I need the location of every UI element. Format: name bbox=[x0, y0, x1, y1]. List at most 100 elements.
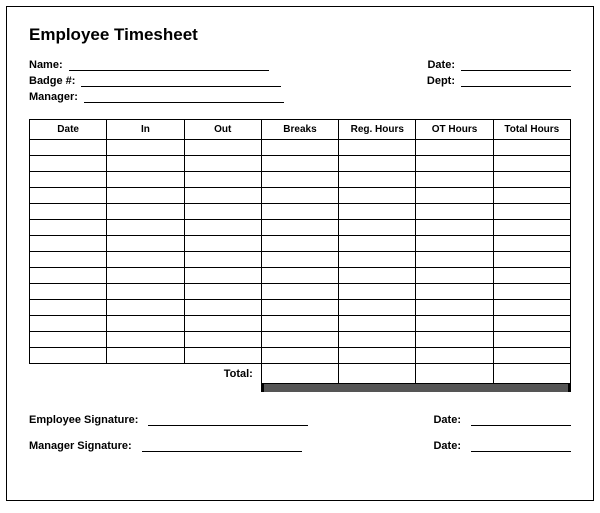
employee-sig-date-field[interactable] bbox=[471, 414, 571, 426]
cell[interactable] bbox=[30, 188, 107, 204]
cell[interactable] bbox=[30, 140, 107, 156]
cell[interactable] bbox=[416, 348, 493, 364]
cell[interactable] bbox=[107, 140, 184, 156]
cell[interactable] bbox=[339, 220, 416, 236]
cell[interactable] bbox=[30, 220, 107, 236]
total-hours-cell[interactable] bbox=[493, 364, 570, 384]
cell[interactable] bbox=[339, 204, 416, 220]
cell[interactable] bbox=[184, 348, 261, 364]
cell[interactable] bbox=[107, 156, 184, 172]
cell[interactable] bbox=[261, 284, 338, 300]
cell[interactable] bbox=[30, 284, 107, 300]
cell[interactable] bbox=[339, 140, 416, 156]
cell[interactable] bbox=[30, 156, 107, 172]
employee-signature-field[interactable] bbox=[148, 414, 308, 426]
cell[interactable] bbox=[339, 300, 416, 316]
cell[interactable] bbox=[30, 252, 107, 268]
cell[interactable] bbox=[416, 332, 493, 348]
cell[interactable] bbox=[107, 220, 184, 236]
cell[interactable] bbox=[493, 300, 570, 316]
cell[interactable] bbox=[493, 204, 570, 220]
cell[interactable] bbox=[261, 172, 338, 188]
cell[interactable] bbox=[107, 236, 184, 252]
cell[interactable] bbox=[107, 268, 184, 284]
cell[interactable] bbox=[184, 220, 261, 236]
cell[interactable] bbox=[416, 204, 493, 220]
cell[interactable] bbox=[339, 188, 416, 204]
cell[interactable] bbox=[339, 332, 416, 348]
cell[interactable] bbox=[107, 204, 184, 220]
cell[interactable] bbox=[184, 316, 261, 332]
cell[interactable] bbox=[493, 172, 570, 188]
cell[interactable] bbox=[30, 300, 107, 316]
cell[interactable] bbox=[339, 252, 416, 268]
date-field[interactable] bbox=[461, 59, 571, 71]
cell[interactable] bbox=[107, 332, 184, 348]
cell[interactable] bbox=[30, 204, 107, 220]
cell[interactable] bbox=[416, 188, 493, 204]
cell[interactable] bbox=[107, 300, 184, 316]
cell[interactable] bbox=[261, 204, 338, 220]
cell[interactable] bbox=[493, 316, 570, 332]
cell[interactable] bbox=[107, 188, 184, 204]
cell[interactable] bbox=[261, 140, 338, 156]
cell[interactable] bbox=[493, 220, 570, 236]
cell[interactable] bbox=[493, 268, 570, 284]
cell[interactable] bbox=[493, 140, 570, 156]
dept-field[interactable] bbox=[461, 75, 571, 87]
total-ot-cell[interactable] bbox=[416, 364, 493, 384]
cell[interactable] bbox=[416, 236, 493, 252]
cell[interactable] bbox=[184, 140, 261, 156]
cell[interactable] bbox=[184, 284, 261, 300]
cell[interactable] bbox=[261, 268, 338, 284]
cell[interactable] bbox=[107, 252, 184, 268]
cell[interactable] bbox=[30, 236, 107, 252]
cell[interactable] bbox=[339, 268, 416, 284]
cell[interactable] bbox=[339, 316, 416, 332]
cell[interactable] bbox=[184, 204, 261, 220]
cell[interactable] bbox=[30, 172, 107, 188]
cell[interactable] bbox=[30, 316, 107, 332]
cell[interactable] bbox=[416, 268, 493, 284]
cell[interactable] bbox=[30, 348, 107, 364]
cell[interactable] bbox=[493, 348, 570, 364]
cell[interactable] bbox=[416, 316, 493, 332]
cell[interactable] bbox=[184, 300, 261, 316]
cell[interactable] bbox=[261, 156, 338, 172]
total-reg-cell[interactable] bbox=[339, 364, 416, 384]
manager-signature-field[interactable] bbox=[142, 440, 302, 452]
cell[interactable] bbox=[493, 284, 570, 300]
cell[interactable] bbox=[184, 268, 261, 284]
cell[interactable] bbox=[184, 332, 261, 348]
cell[interactable] bbox=[184, 252, 261, 268]
cell[interactable] bbox=[184, 236, 261, 252]
cell[interactable] bbox=[30, 332, 107, 348]
cell[interactable] bbox=[493, 156, 570, 172]
cell[interactable] bbox=[184, 156, 261, 172]
cell[interactable] bbox=[261, 188, 338, 204]
cell[interactable] bbox=[107, 284, 184, 300]
manager-sig-date-field[interactable] bbox=[471, 440, 571, 452]
cell[interactable] bbox=[261, 348, 338, 364]
cell[interactable] bbox=[416, 172, 493, 188]
cell[interactable] bbox=[30, 268, 107, 284]
cell[interactable] bbox=[416, 140, 493, 156]
cell[interactable] bbox=[416, 252, 493, 268]
cell[interactable] bbox=[416, 300, 493, 316]
cell[interactable] bbox=[107, 348, 184, 364]
cell[interactable] bbox=[107, 316, 184, 332]
cell[interactable] bbox=[416, 220, 493, 236]
cell[interactable] bbox=[261, 300, 338, 316]
badge-field[interactable] bbox=[81, 75, 281, 87]
cell[interactable] bbox=[493, 332, 570, 348]
total-breaks-cell[interactable] bbox=[261, 364, 338, 384]
cell[interactable] bbox=[261, 252, 338, 268]
cell[interactable] bbox=[416, 284, 493, 300]
cell[interactable] bbox=[261, 316, 338, 332]
cell[interactable] bbox=[184, 188, 261, 204]
cell[interactable] bbox=[339, 284, 416, 300]
cell[interactable] bbox=[493, 252, 570, 268]
cell[interactable] bbox=[339, 236, 416, 252]
cell[interactable] bbox=[261, 220, 338, 236]
cell[interactable] bbox=[493, 236, 570, 252]
